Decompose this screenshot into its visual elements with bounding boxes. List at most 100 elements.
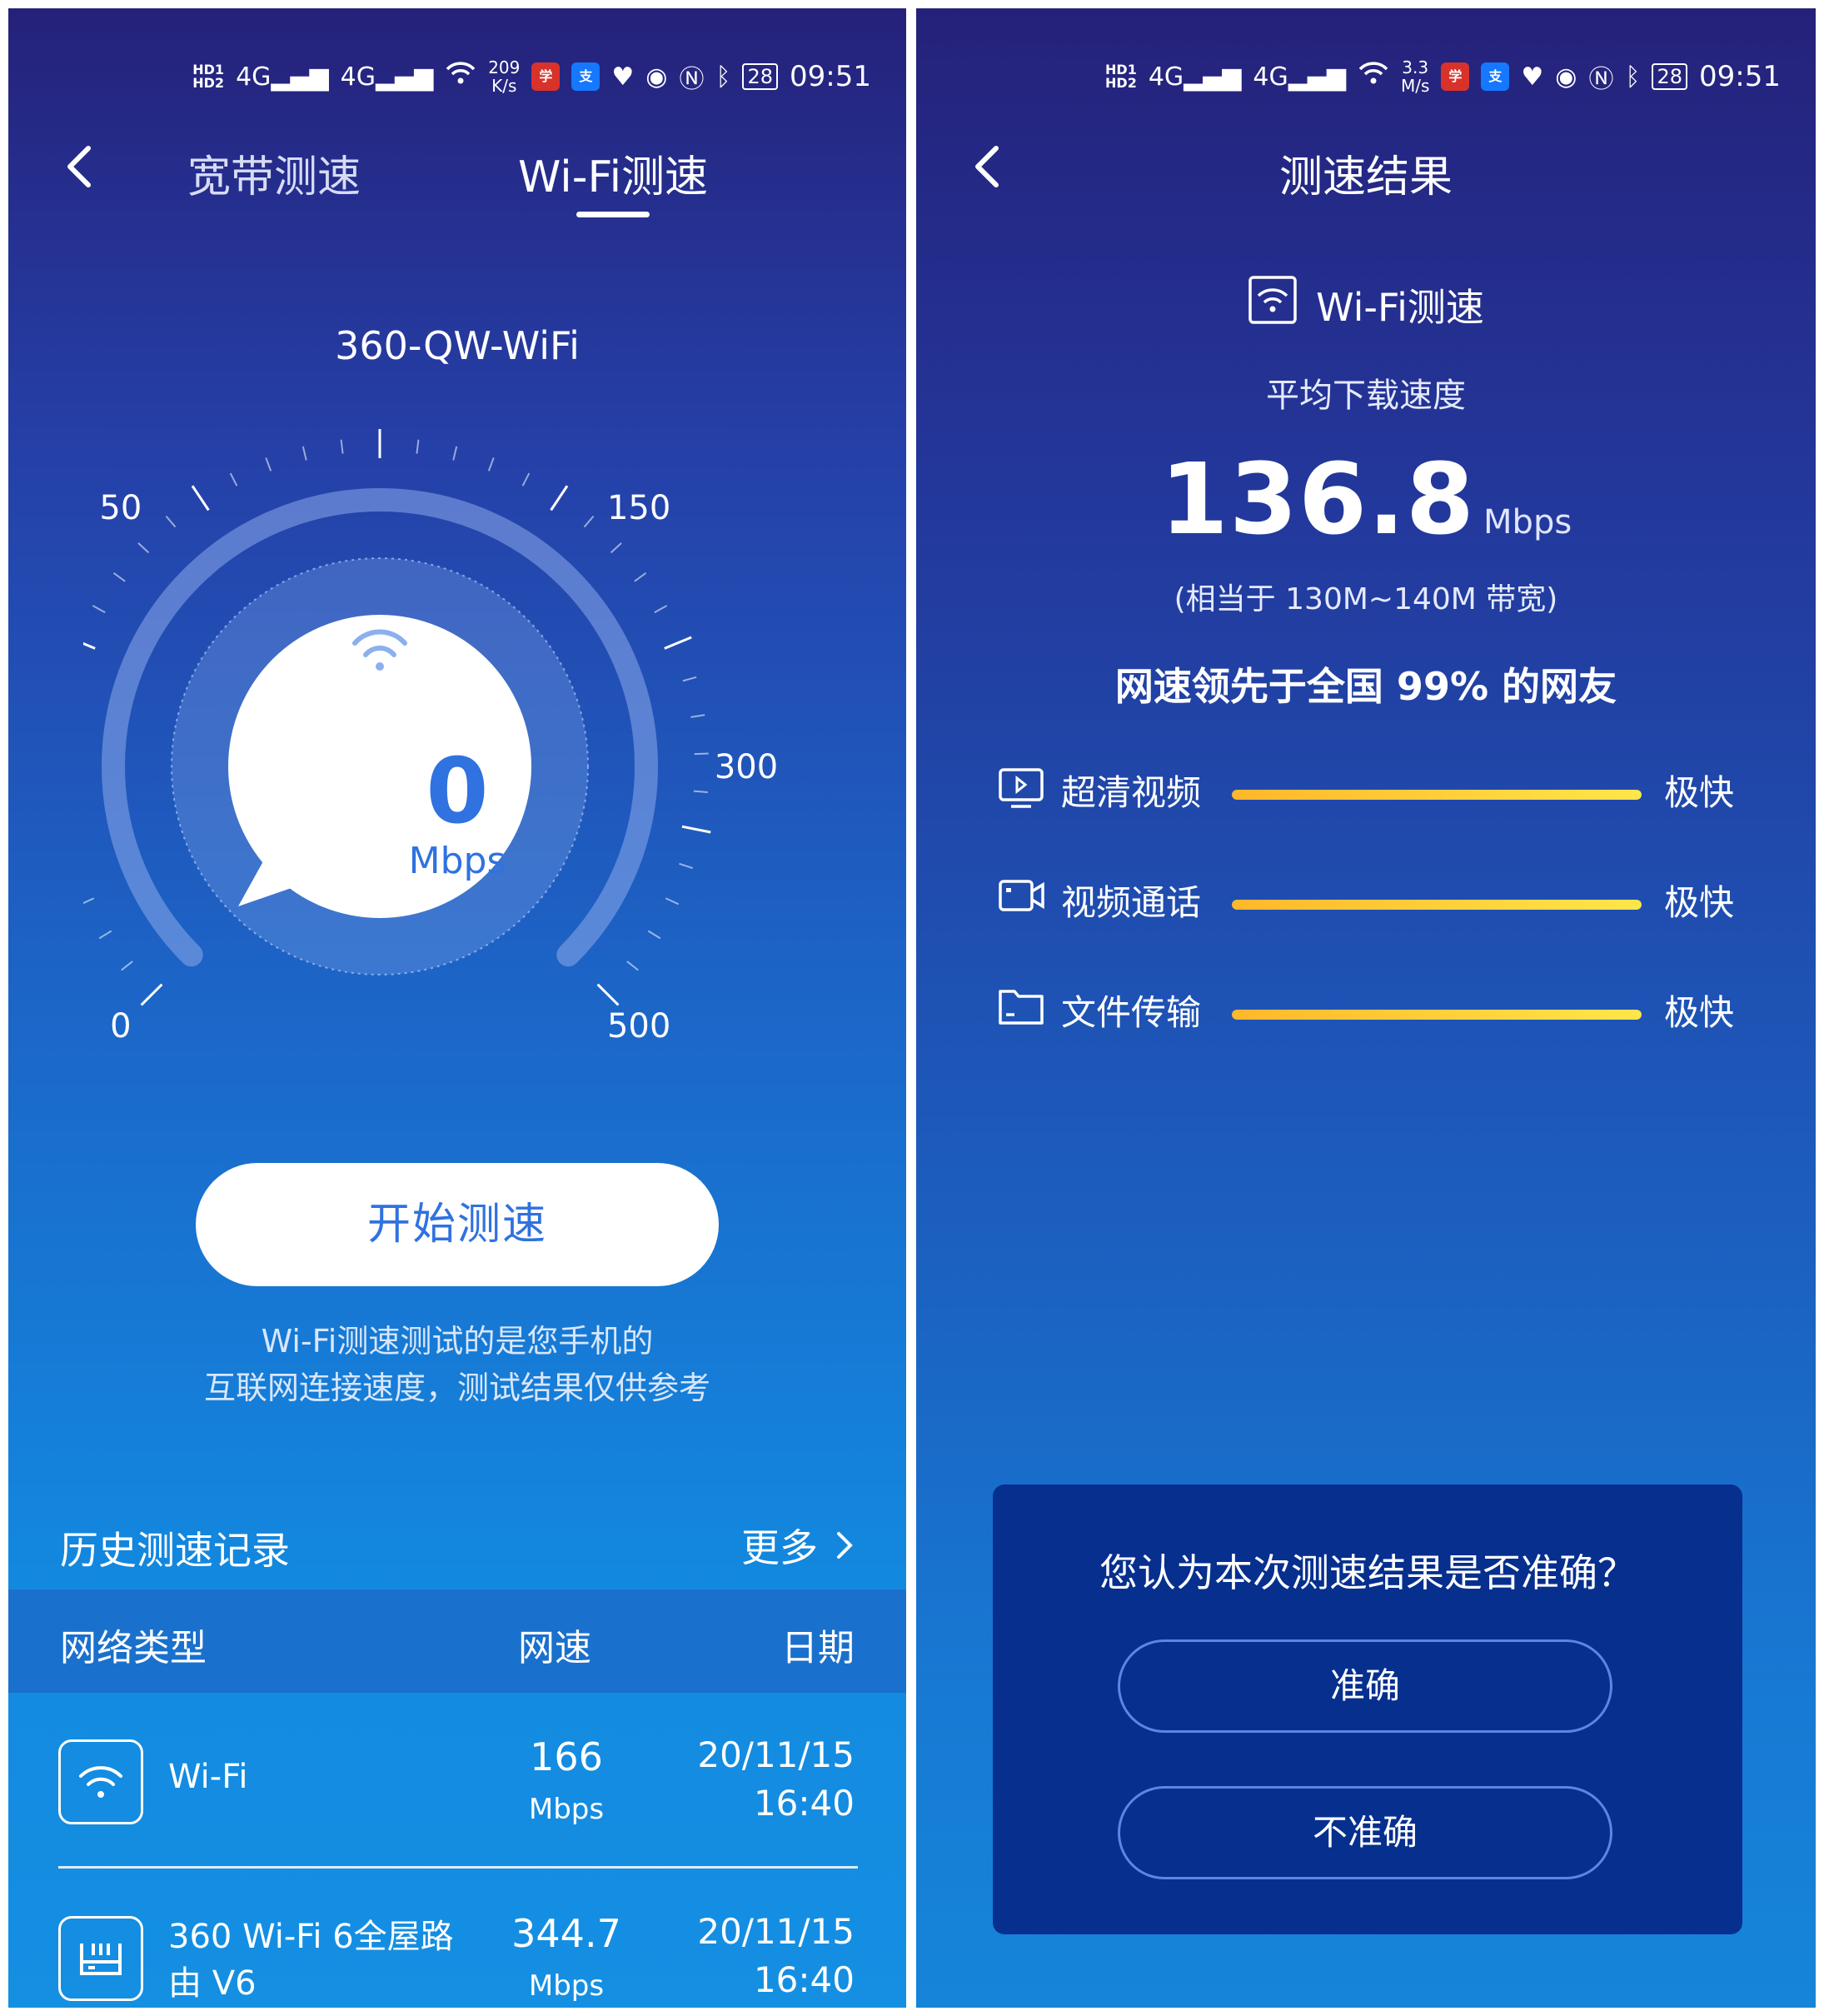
gauge-tick: [80, 897, 95, 906]
history-date: 20/11/15: [697, 1734, 855, 1775]
history-date: 20/11/15: [697, 1911, 855, 1952]
speedtest-result-screen: HD1 HD2 4G▂▄▆ 4G▂▄▆ 3.3 M/s 学 支 ♥ ◉ Ⓝ ᛒ 28…: [916, 8, 1816, 2008]
health-icon: ♥: [1521, 62, 1544, 92]
history-time: 16:40: [753, 1959, 855, 2000]
rating-row-video: 超清视频 极快: [916, 756, 1816, 823]
rating-row-filetransfer: 文件传输 极快: [916, 976, 1816, 1043]
gauge-tick: [664, 636, 692, 650]
history-network-name: Wi-Fi: [168, 1758, 248, 1796]
nfc-icon: Ⓝ: [1588, 65, 1614, 94]
wifi-icon-dot: [376, 662, 384, 671]
column-date: 日期: [781, 1627, 855, 1669]
column-network-type: 网络类型: [60, 1627, 207, 1669]
active-tab-indicator: [576, 212, 650, 217]
tab-wifi-speedtest[interactable]: Wi-Fi测速: [518, 142, 708, 204]
eye-icon: ◉: [645, 62, 668, 92]
gauge-tick: [583, 515, 595, 528]
gauge-tick: [665, 897, 680, 906]
gauge-tick: [112, 572, 126, 582]
history-more-link[interactable]: 更多: [741, 1518, 855, 1573]
tab-broadband-speedtest[interactable]: 宽带测速: [187, 142, 361, 204]
battery-icon: 28: [742, 63, 779, 90]
wifi-status-icon: [445, 61, 476, 92]
hd-icon: HD1 HD2: [1105, 62, 1137, 91]
bluetooth-icon: ᛒ: [715, 62, 731, 92]
gauge-tick: [690, 714, 705, 718]
bluetooth-icon: ᛒ: [1625, 62, 1641, 92]
gauge-tick: [647, 930, 661, 940]
status-bar: HD1 HD2 4G▂▄▆ 4G▂▄▆ 3.3 M/s 学 支 ♥ ◉ Ⓝ ᛒ 28…: [1105, 52, 1781, 102]
history-speed-unit: Mbps: [528, 1793, 605, 1826]
health-icon: ♥: [611, 62, 635, 92]
gauge-tick: [487, 457, 495, 472]
gauge-label: 500: [607, 1007, 670, 1045]
net-speed: 3.3 M/s: [1400, 57, 1430, 96]
column-speed: 网速: [518, 1627, 591, 1669]
history-speed-unit: Mbps: [528, 1969, 605, 2003]
accurate-button[interactable]: 准确: [1118, 1639, 1612, 1733]
gauge-tick: [121, 961, 133, 971]
app-notification-icon: 学: [531, 62, 561, 91]
gauge-tick: [140, 983, 163, 1006]
tv-icon: [998, 766, 1044, 813]
history-title: 历史测速记录: [60, 1528, 290, 1573]
signal-icon: 4G▂▄▆: [236, 62, 329, 92]
back-button[interactable]: [58, 133, 108, 200]
gauge-tick: [521, 472, 531, 487]
gauge-tick: [550, 485, 569, 511]
rating-bar: [1232, 900, 1642, 910]
gauge-tick: [634, 572, 647, 582]
gauge-tick: [596, 983, 620, 1006]
result-speed: 136.8 Mbps: [1159, 442, 1572, 556]
folder-icon: [998, 986, 1044, 1030]
history-time: 16:40: [753, 1783, 855, 1824]
history-row[interactable]: 360 Wi-Fi 6全屋路 由 V6 344.7 Mbps 20/11/15 …: [8, 1893, 906, 2008]
router-icon: [58, 1916, 143, 2001]
signal-icon-2: 4G▂▄▆: [340, 62, 434, 92]
wifi-status-icon: [1358, 61, 1389, 92]
feedback-question: 您认为本次测速结果是否准确？: [1099, 1550, 1636, 1595]
row-divider: [58, 1866, 858, 1869]
gauge-tick: [165, 515, 177, 528]
history-network-name: 360 Wi-Fi 6全屋路: [168, 1918, 454, 1956]
gauge-tick: [229, 472, 238, 487]
gauge-tick: [98, 930, 112, 940]
eye-icon: ◉: [1555, 62, 1577, 92]
signal-icon: 4G▂▄▆: [1148, 62, 1242, 92]
avg-download-label: 平均下载速度: [1266, 377, 1466, 415]
rating-bar: [1232, 1010, 1642, 1020]
gauge-tick: [67, 636, 96, 650]
net-speed: 209 K/s: [488, 57, 521, 96]
history-table-header: 网络类型 网速 日期: [8, 1589, 906, 1693]
rating-bar: [1232, 790, 1642, 800]
speedtest-note: Wi-Fi测速测试的是您手机的 互联网连接速度，测试结果仅供参考: [203, 1323, 710, 1406]
gauge-tick: [626, 961, 639, 971]
history-speed: 344.7: [511, 1911, 621, 1956]
ranking-text: 网速领先于全国 99% 的网友: [1114, 664, 1617, 709]
gauge-tick: [416, 439, 420, 454]
alipay-icon: 支: [1481, 62, 1510, 91]
gauge-tick: [610, 542, 622, 554]
chevron-left-icon: [67, 146, 91, 187]
chevron-right-icon: [837, 1532, 853, 1559]
result-subtitle: Wi-Fi测速: [916, 275, 1816, 334]
clock: 09:51: [790, 60, 871, 93]
wifi-icon: [58, 1739, 143, 1824]
gauge-label: 150: [607, 489, 670, 527]
nfc-icon: Ⓝ: [679, 65, 705, 94]
signal-icon-2: 4G▂▄▆: [1253, 62, 1346, 92]
gauge-tick: [265, 457, 272, 472]
page-title: 测速结果: [1278, 152, 1453, 202]
gauge-label: 0: [110, 1007, 131, 1045]
start-speedtest-button[interactable]: 开始测速: [196, 1163, 719, 1286]
gauge-tick: [452, 446, 458, 461]
gauge-tick: [137, 542, 150, 554]
wifi-ssid: 360-QW-WiFi: [335, 323, 580, 368]
wifi-speedtest-screen: HD1 HD2 4G▂▄▆ 4G▂▄▆ 209 K/s 学 支 ♥ ◉ Ⓝ ᛒ 28…: [8, 8, 906, 2008]
history-network-name-line2: 由 V6: [168, 1964, 257, 2003]
gauge-tick: [654, 605, 668, 614]
inaccurate-button[interactable]: 不准确: [1118, 1786, 1612, 1879]
history-row[interactable]: Wi-Fi 166 Mbps 20/11/15 16:40: [8, 1716, 906, 1858]
rating-row-videocall: 视频通话 极快: [916, 866, 1816, 933]
gauge-tick: [92, 605, 106, 614]
